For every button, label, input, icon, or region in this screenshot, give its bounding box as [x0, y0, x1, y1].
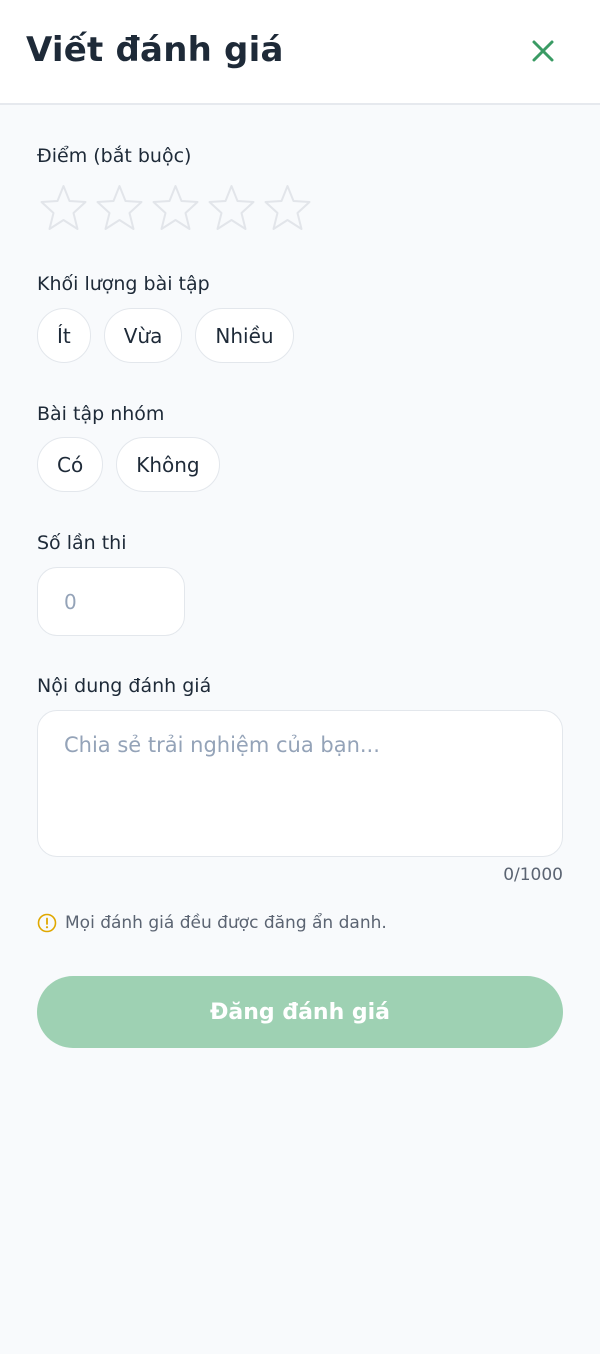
star-rating: [38, 183, 313, 233]
star-icon-3[interactable]: [150, 183, 201, 233]
exam-count-label: Số lần thi: [37, 532, 127, 554]
exam-count-input[interactable]: [37, 567, 185, 636]
group-work-options: Có Không: [37, 437, 220, 492]
warning-icon: [37, 913, 57, 933]
group-work-option-no[interactable]: Không: [116, 437, 220, 492]
close-icon[interactable]: [530, 38, 556, 64]
workload-label: Khối lượng bài tập: [37, 273, 210, 295]
workload-option-low[interactable]: Ít: [37, 308, 91, 363]
review-form: Điểm (bắt buộc) Khối lượng bài tập Ít Vừ…: [0, 105, 600, 1354]
star-icon-5[interactable]: [262, 183, 313, 233]
score-label: Điểm (bắt buộc): [37, 145, 192, 167]
notice-text: Mọi đánh giá đều được đăng ẩn danh.: [65, 913, 387, 933]
char-counter: 0/1000: [503, 865, 563, 885]
anonymous-notice: Mọi đánh giá đều được đăng ẩn danh.: [37, 913, 387, 933]
workload-option-high[interactable]: Nhiều: [195, 308, 294, 363]
group-work-label: Bài tập nhóm: [37, 403, 165, 425]
workload-options: Ít Vừa Nhiều: [37, 308, 294, 363]
group-work-option-yes[interactable]: Có: [37, 437, 104, 492]
star-icon-4[interactable]: [206, 183, 257, 233]
workload-option-medium[interactable]: Vừa: [103, 308, 183, 363]
star-icon-2[interactable]: [94, 183, 145, 233]
header: Viết đánh giá: [0, 0, 600, 105]
submit-review-button[interactable]: Đăng đánh giá: [37, 976, 563, 1048]
page-title: Viết đánh giá: [26, 30, 284, 70]
review-content-label: Nội dung đánh giá: [37, 675, 212, 697]
review-textarea[interactable]: [37, 710, 563, 857]
star-icon-1[interactable]: [38, 183, 89, 233]
